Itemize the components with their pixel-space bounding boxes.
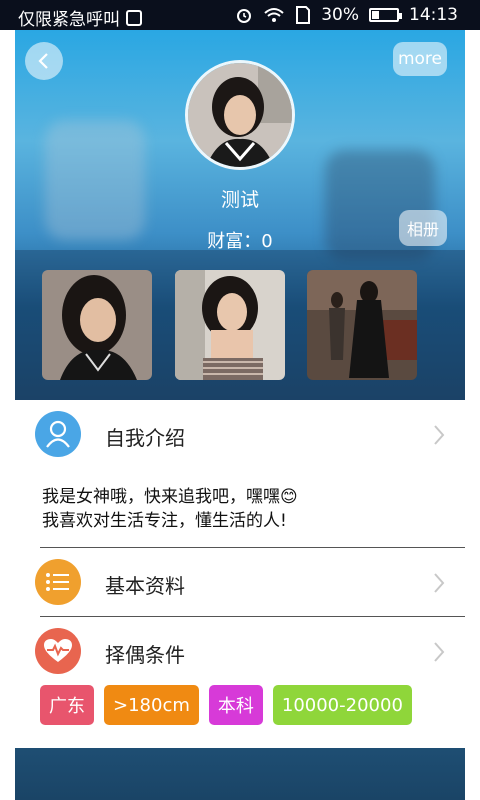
basic-info-title: 基本资料: [105, 574, 185, 598]
status-bar: 仅限紧急呼叫 30% 14:13: [0, 0, 480, 30]
sim-icon: [126, 9, 142, 26]
row-self-intro[interactable]: 自我介绍: [15, 400, 465, 470]
avatar[interactable]: [185, 60, 295, 170]
tag-education: 本科: [208, 685, 263, 725]
bottom-bar: [15, 748, 465, 800]
partner-criteria-title: 择偶条件: [105, 643, 185, 667]
row-basic-info[interactable]: 基本资料: [15, 548, 465, 618]
intro-line-2: 我喜欢对生活专注，懂生活的人!: [42, 511, 287, 531]
chevron-right-icon: [434, 573, 445, 593]
profile-name: 测试: [220, 189, 259, 211]
carrier-text: 仅限紧急呼叫: [18, 10, 120, 30]
tag-height: >180cm: [104, 685, 199, 725]
chevron-right-icon: [434, 642, 445, 662]
photo-thumbnail-3[interactable]: [307, 270, 417, 380]
row-partner-criteria[interactable]: 择偶条件: [15, 617, 465, 687]
heart-pulse-icon: [35, 628, 81, 674]
back-button[interactable]: [25, 42, 63, 80]
tag-region: 广东: [40, 685, 94, 725]
photo-strip: [15, 250, 465, 400]
list-icon: [35, 559, 81, 605]
photo-thumbnail-1[interactable]: [42, 270, 152, 380]
chevron-right-icon: [434, 425, 445, 445]
sim-card-icon: [296, 6, 311, 24]
more-button[interactable]: more: [393, 42, 447, 76]
profile-header: more 测试 相册 财富：0: [15, 30, 465, 400]
battery-icon: [369, 8, 402, 22]
self-intro-text: 我是女神哦，快来追我吧，嘿嘿😊 我喜欢对生活专注，懂生活的人!: [42, 485, 298, 533]
clock-time: 14:13: [409, 5, 458, 25]
user-icon: [35, 411, 81, 457]
wifi-icon: [264, 8, 284, 22]
chevron-left-icon: [38, 53, 48, 69]
battery-text: 30%: [321, 5, 359, 25]
criteria-tags: 广东 >180cm 本科 10000-20000: [40, 685, 412, 725]
alarm-icon: [237, 9, 252, 23]
self-intro-title: 自我介绍: [105, 426, 185, 450]
tag-income: 10000-20000: [272, 685, 412, 725]
intro-line-1: 我是女神哦，快来追我吧，嘿嘿😊: [42, 487, 298, 507]
photo-thumbnail-2[interactable]: [175, 270, 285, 380]
